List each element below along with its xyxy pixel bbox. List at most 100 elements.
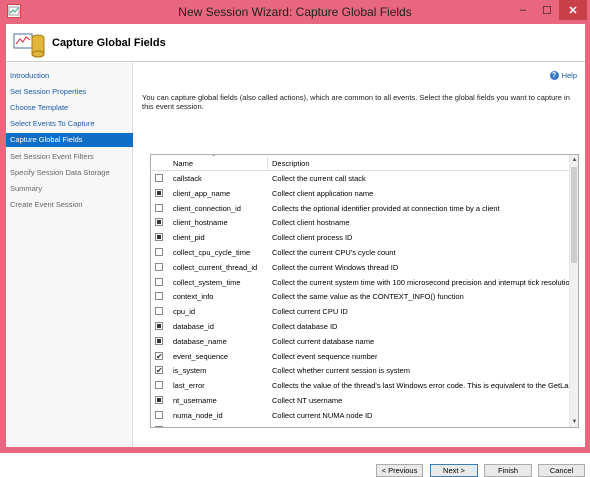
- global-fields-grid[interactable]: Name ⌃ Description callstack Collect the …: [150, 154, 579, 428]
- column-header-name[interactable]: Name: [173, 159, 193, 168]
- finish-button[interactable]: Finish: [484, 464, 532, 477]
- page-description: You can capture global fields (also call…: [142, 93, 570, 111]
- field-checkbox[interactable]: [155, 247, 163, 256]
- table-row[interactable]: collect_cpu_cycle_time Collect the curren…: [151, 245, 571, 260]
- table-row[interactable]: client_app_name Collect client applicatio…: [151, 186, 571, 201]
- field-name: database_id: [173, 321, 214, 331]
- field-name: numa_node_id: [173, 410, 223, 420]
- field-description: Collect current database name: [272, 336, 375, 346]
- field-name: collect_current_thread_id: [173, 262, 258, 272]
- next-button[interactable]: Next >: [430, 464, 478, 477]
- field-description: Collects the value of the thread's last …: [272, 381, 571, 391]
- field-checkbox[interactable]: [155, 218, 163, 227]
- table-row[interactable]: ✔ event_sequence Collect event sequence nu…: [151, 349, 571, 364]
- help-link[interactable]: ? Help: [549, 71, 577, 80]
- sort-ascending-icon: ⌃: [211, 155, 217, 161]
- table-row[interactable]: collect_system_time Collect the current s…: [151, 275, 571, 290]
- table-row[interactable]: cpu_id Collect current CPU ID: [151, 304, 571, 319]
- page-header: Capture Global Fields: [6, 24, 585, 62]
- field-checkbox[interactable]: [155, 321, 163, 330]
- sidebar-item-select-events[interactable]: Select Events To Capture: [6, 117, 133, 131]
- maximize-icon[interactable]: ☐: [535, 0, 559, 20]
- field-checkbox[interactable]: [155, 174, 163, 182]
- field-name: client_pid: [173, 233, 205, 243]
- field-name: collect_cpu_cycle_time: [173, 247, 251, 257]
- grid-rows: callstack Collect the current call stack c…: [151, 171, 571, 427]
- field-description: Collect the current system time with 100…: [272, 277, 571, 287]
- wizard-window: New Session Wizard: Capture Global Field…: [0, 0, 590, 477]
- field-checkbox[interactable]: [155, 425, 163, 427]
- field-checkbox[interactable]: [155, 233, 163, 242]
- capture-fields-icon: [12, 28, 46, 62]
- field-checkbox[interactable]: [155, 292, 163, 301]
- field-name: callstack: [173, 174, 202, 183]
- field-checkbox[interactable]: [155, 277, 163, 286]
- sidebar-item-set-session-properties[interactable]: Set Session Properties: [6, 85, 133, 99]
- window-title: New Session Wizard: Capture Global Field…: [178, 5, 412, 19]
- field-description: Collect current CPU ID: [272, 307, 348, 317]
- table-row[interactable]: client_pid Collect client process ID: [151, 230, 571, 245]
- help-icon: ?: [549, 71, 559, 80]
- field-description: Collect the current CPU's cycle count: [272, 247, 396, 257]
- table-row[interactable]: database_name Collect current database na…: [151, 334, 571, 349]
- field-checkbox[interactable]: [155, 395, 163, 404]
- field-description: Collect event sequence number: [272, 351, 378, 361]
- title-bar[interactable]: New Session Wizard: Capture Global Field…: [0, 0, 590, 24]
- scroll-down-icon[interactable]: ▼: [570, 417, 578, 427]
- field-checkbox[interactable]: [155, 336, 163, 345]
- field-checkbox[interactable]: [155, 381, 163, 390]
- field-description: Collect whether current session is syste…: [272, 366, 410, 376]
- wizard-client: Capture Global Fields Introduction Set S…: [6, 24, 585, 477]
- field-checkbox[interactable]: [155, 307, 163, 316]
- field-description: Collect the current call stack: [272, 174, 366, 183]
- field-description: Collect the same value as the CONTEXT_IN…: [272, 292, 464, 302]
- sidebar-item-choose-template[interactable]: Choose Template: [6, 101, 133, 115]
- table-row[interactable]: collect_current_thread_id Collect the cur…: [151, 260, 571, 275]
- field-description: Collect current NUMA node ID: [272, 410, 373, 420]
- field-name: context_info: [173, 292, 214, 302]
- sidebar-item-introduction[interactable]: Introduction: [6, 69, 133, 83]
- previous-button[interactable]: < Previous: [376, 464, 423, 477]
- field-description: Collect NT username: [272, 395, 343, 405]
- field-description: Collect plan handle: [272, 426, 571, 427]
- table-row[interactable]: database_id Collect database ID: [151, 319, 571, 334]
- column-divider[interactable]: [267, 157, 268, 169]
- column-header-description[interactable]: Description: [272, 159, 310, 168]
- field-name: last_error: [173, 381, 205, 391]
- field-checkbox[interactable]: [155, 188, 163, 197]
- field-checkbox[interactable]: ✔: [155, 351, 163, 360]
- help-label: Help: [561, 71, 577, 80]
- field-name: client_app_name: [173, 188, 231, 198]
- field-name: collect_system_time: [173, 277, 241, 287]
- table-row[interactable]: context_info Collect the same value as th…: [151, 289, 571, 304]
- table-row[interactable]: client_connection_id Collects the optiona…: [151, 201, 571, 216]
- field-name: nt_username: [173, 395, 217, 405]
- scroll-up-icon[interactable]: ▲: [570, 155, 578, 165]
- table-row[interactable]: callstack Collect the current call stack: [151, 171, 571, 186]
- sidebar-item-set-session-event-filters: Set Session Event Filters: [10, 152, 94, 161]
- field-checkbox[interactable]: [155, 203, 163, 212]
- table-row[interactable]: nt_username Collect NT username: [151, 393, 571, 408]
- close-icon[interactable]: ✕: [559, 0, 587, 20]
- table-row[interactable]: last_error Collects the value of the thre…: [151, 378, 571, 393]
- field-description: Collect client application name: [272, 188, 374, 198]
- field-name: plan_handle: [173, 426, 265, 427]
- field-description: Collect database ID: [272, 321, 338, 331]
- table-row[interactable]: numa_node_id Collect current NUMA node ID: [151, 408, 571, 423]
- table-row[interactable]: client_hostname Collect client hostname: [151, 215, 571, 230]
- wizard-sidebar: Introduction Set Session Properties Choo…: [6, 63, 133, 447]
- minimize-icon[interactable]: –: [511, 0, 535, 20]
- field-description: Collects the optional identifier provide…: [272, 203, 500, 213]
- scrollbar-thumb[interactable]: [571, 167, 577, 263]
- cancel-button[interactable]: Cancel: [538, 464, 585, 477]
- field-name: is_system: [173, 366, 207, 376]
- field-checkbox[interactable]: [155, 262, 163, 271]
- sidebar-item-capture-global-fields[interactable]: Capture Global Fields: [6, 133, 133, 147]
- vertical-scrollbar[interactable]: ▲ ▼: [569, 155, 578, 427]
- table-row[interactable]: ✔ is_system Collect whether current sessio…: [151, 363, 571, 378]
- field-description: Collect client process ID: [272, 233, 353, 243]
- field-checkbox[interactable]: ✔: [155, 366, 163, 375]
- table-row[interactable]: plan_handle Collect plan handle: [151, 423, 571, 427]
- field-checkbox[interactable]: [155, 410, 163, 419]
- field-description: Collect the current Windows thread ID: [272, 262, 399, 272]
